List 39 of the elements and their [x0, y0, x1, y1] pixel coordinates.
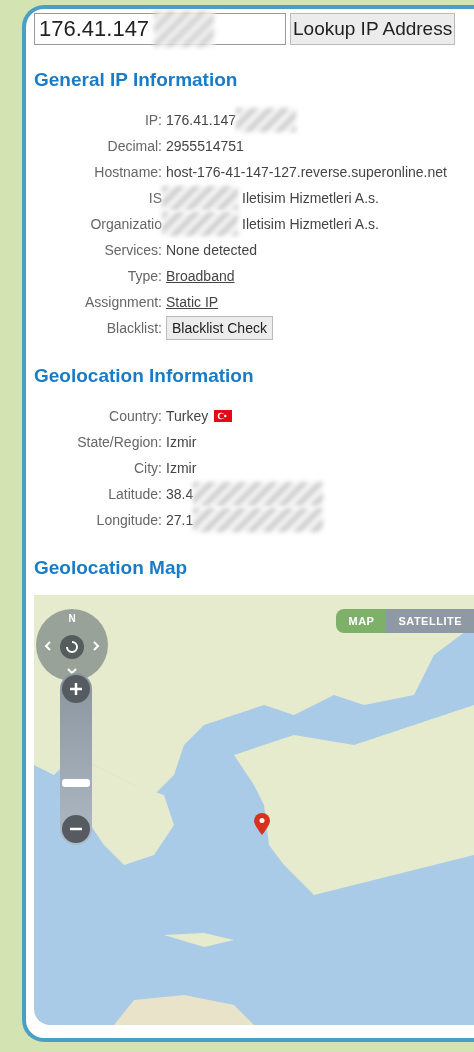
flag-icon [214, 410, 233, 422]
field-label: Organizatio [89, 216, 162, 232]
field-value: Iletisim Hizmetleri A.s. [242, 190, 379, 206]
section-heading: General IP Information [34, 68, 239, 92]
field-label: Longitude: [95, 512, 162, 528]
section-heading: Geolocation Map [34, 556, 189, 580]
field-value: 38.4 [166, 486, 194, 502]
field-value: host-176-41-147-127.reverse.superonline.net [166, 164, 447, 180]
lookup-ip-button[interactable]: Lookup IP Address [290, 13, 456, 45]
blacklist-check-button[interactable]: Blacklist Check [166, 316, 273, 340]
zoom-slider[interactable] [60, 673, 92, 845]
field-value: Izmir [166, 460, 197, 476]
field-label: Hostname: [93, 164, 162, 180]
field-label: Country: [108, 408, 162, 424]
redaction-blur [154, 11, 214, 47]
field-label: Decimal: [106, 138, 162, 154]
field-label: Assignment: [83, 294, 162, 310]
field-label: State/Region: [76, 434, 162, 450]
field-label: City: [133, 460, 162, 476]
field-value: Iletisim Hizmetleri A.s. [242, 216, 379, 232]
field-label: Type: [126, 268, 162, 284]
value-link[interactable]: Broadband [166, 268, 235, 284]
field-value: Izmir [166, 434, 197, 450]
zoom-in-icon[interactable] [62, 675, 90, 703]
field-value: Turkey [166, 408, 209, 424]
value-link[interactable]: Static IP [166, 294, 219, 310]
zoom-slider-thumb[interactable] [62, 779, 90, 788]
field-value: 2955514751 [166, 138, 244, 154]
field-value: 176.41.147 [166, 112, 237, 128]
field-label: IP: [143, 112, 162, 128]
location-pin-icon [254, 813, 270, 835]
field-value: 27.1 [166, 512, 194, 528]
field-label: Services: [103, 242, 162, 258]
field-value: None detected [166, 242, 258, 258]
field-label: Latitude: [107, 486, 162, 502]
section-heading: Geolocation Information [34, 364, 255, 388]
field-label: IS [147, 190, 162, 206]
zoom-out-icon[interactable] [62, 815, 90, 843]
field-label: Blacklist: [105, 320, 162, 336]
